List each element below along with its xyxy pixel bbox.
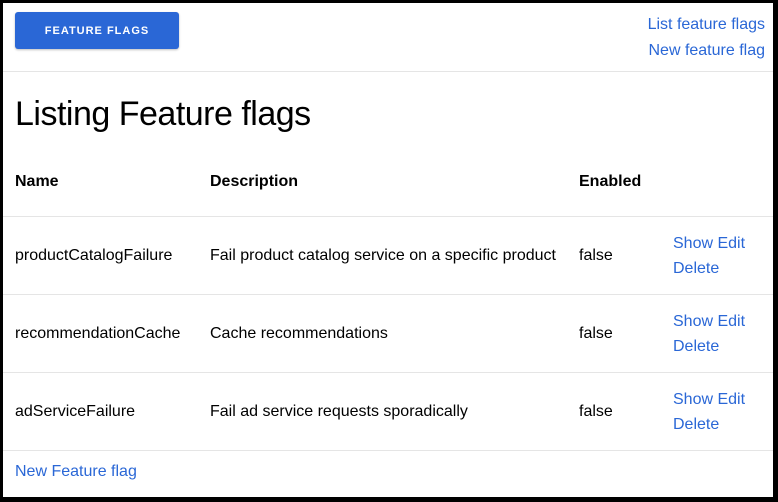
new-feature-flag-link[interactable]: New Feature flag xyxy=(15,463,137,481)
top-navbar: FEATURE FLAGS List feature flags New fea… xyxy=(3,3,773,72)
feature-flags-home-button[interactable]: FEATURE FLAGS xyxy=(15,12,179,49)
show-link[interactable]: Show xyxy=(673,313,713,330)
edit-link[interactable]: Edit xyxy=(717,235,745,252)
table-row: recommendationCache Cache recommendation… xyxy=(3,294,773,373)
column-header-actions xyxy=(672,165,773,217)
flag-actions-cell: Show Edit Delete xyxy=(672,372,773,451)
flag-name-cell: productCatalogFailure xyxy=(3,216,209,295)
flag-enabled-cell: false xyxy=(578,216,672,295)
table-header-row: Name Description Enabled xyxy=(3,165,773,217)
table-row: productCatalogFailure Fail product catal… xyxy=(3,216,773,295)
show-link[interactable]: Show xyxy=(673,235,713,252)
flag-description-cell: Fail product catalog service on a specif… xyxy=(209,216,578,295)
edit-link[interactable]: Edit xyxy=(717,391,745,408)
page-title: Listing Feature flags xyxy=(15,95,311,133)
edit-link[interactable]: Edit xyxy=(717,313,745,330)
column-header-enabled: Enabled xyxy=(578,165,672,217)
flag-name-cell: recommendationCache xyxy=(3,294,209,373)
delete-link[interactable]: Delete xyxy=(673,260,719,277)
list-feature-flags-link[interactable]: List feature flags xyxy=(648,12,765,38)
top-nav-links: List feature flags New feature flag xyxy=(648,12,765,64)
new-feature-flag-nav-link[interactable]: New feature flag xyxy=(648,38,765,64)
table-row: adServiceFailure Fail ad service request… xyxy=(3,372,773,451)
flag-enabled-cell: false xyxy=(578,294,672,373)
flag-enabled-cell: false xyxy=(578,372,672,451)
flag-name-cell: adServiceFailure xyxy=(3,372,209,451)
delete-link[interactable]: Delete xyxy=(673,416,719,433)
column-header-description: Description xyxy=(209,165,578,217)
delete-link[interactable]: Delete xyxy=(673,338,719,355)
browser-viewport: FEATURE FLAGS List feature flags New fea… xyxy=(3,3,773,497)
flag-actions-cell: Show Edit Delete xyxy=(672,216,773,295)
flag-description-cell: Cache recommendations xyxy=(209,294,578,373)
flag-description-cell: Fail ad service requests sporadically xyxy=(209,372,578,451)
feature-flags-table: Name Description Enabled productCatalogF… xyxy=(3,165,773,451)
show-link[interactable]: Show xyxy=(673,391,713,408)
flag-actions-cell: Show Edit Delete xyxy=(672,294,773,373)
column-header-name: Name xyxy=(3,165,209,217)
